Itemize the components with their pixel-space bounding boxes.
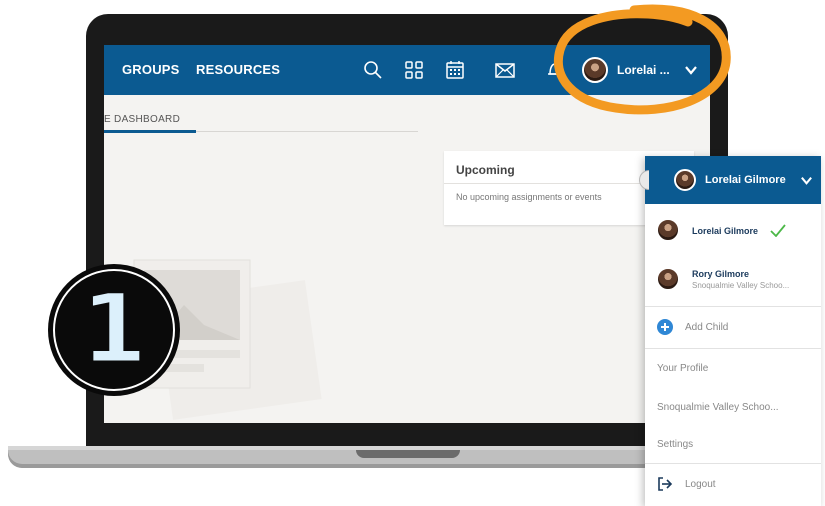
divider	[645, 306, 821, 307]
account-dropdown: Lorelai Gilmore Lorelai Gilmore Rory Gil…	[639, 156, 821, 506]
account-item-lorelai[interactable]: Lorelai Gilmore	[645, 214, 821, 260]
menu-item-settings[interactable]: Settings	[657, 439, 693, 450]
add-circle-icon	[657, 319, 673, 335]
avatar	[656, 267, 680, 291]
account-name: Rory Gilmore	[692, 269, 750, 279]
chevron-down-icon[interactable]	[800, 174, 813, 187]
calendar-icon[interactable]	[444, 59, 466, 81]
nav-link-groups[interactable]: GROUPS	[122, 62, 180, 77]
avatar	[674, 169, 696, 191]
account-school: Snoqualmie Valley Schoo...	[692, 281, 790, 290]
upcoming-title: Upcoming	[456, 163, 515, 177]
avatar	[656, 218, 680, 242]
laptop-notch	[356, 450, 460, 458]
account-item-rory[interactable]: Rory Gilmore Snoqualmie Valley Schoo...	[645, 263, 821, 309]
logout-label: Logout	[685, 479, 716, 490]
highlight-circle	[554, 4, 731, 115]
logout-item[interactable]: Logout	[645, 474, 821, 500]
step-number-badge: 1	[48, 264, 180, 396]
tab-dashboard[interactable]: E DASHBOARD	[104, 114, 180, 125]
account-name: Lorelai Gilmore	[692, 226, 759, 236]
add-child-item[interactable]: Add Child	[645, 314, 821, 342]
dropdown-header-name: Lorelai Gilmore	[705, 174, 786, 186]
checkmark-icon	[770, 224, 786, 237]
divider	[645, 348, 821, 349]
divider	[645, 463, 821, 464]
laptop-base	[8, 450, 658, 468]
menu-item-school[interactable]: Snoqualmie Valley Schoo...	[657, 402, 779, 413]
add-child-label: Add Child	[685, 322, 729, 333]
tutorial-graphic: GROUPS RESOURCES Lorelai ... E DASHBOARD…	[0, 0, 825, 506]
tab-active-indicator	[104, 130, 196, 133]
dropdown-header[interactable]: Lorelai Gilmore	[639, 156, 821, 204]
upcoming-empty-text: No upcoming assignments or events	[456, 192, 602, 202]
logout-icon	[658, 477, 673, 491]
step-number: 1	[81, 273, 148, 385]
menu-item-your-profile[interactable]: Your Profile	[657, 363, 708, 374]
nav-link-resources[interactable]: RESOURCES	[196, 62, 280, 77]
search-icon[interactable]	[362, 59, 384, 81]
mail-icon[interactable]	[494, 59, 516, 81]
apps-grid-icon[interactable]	[403, 59, 425, 81]
